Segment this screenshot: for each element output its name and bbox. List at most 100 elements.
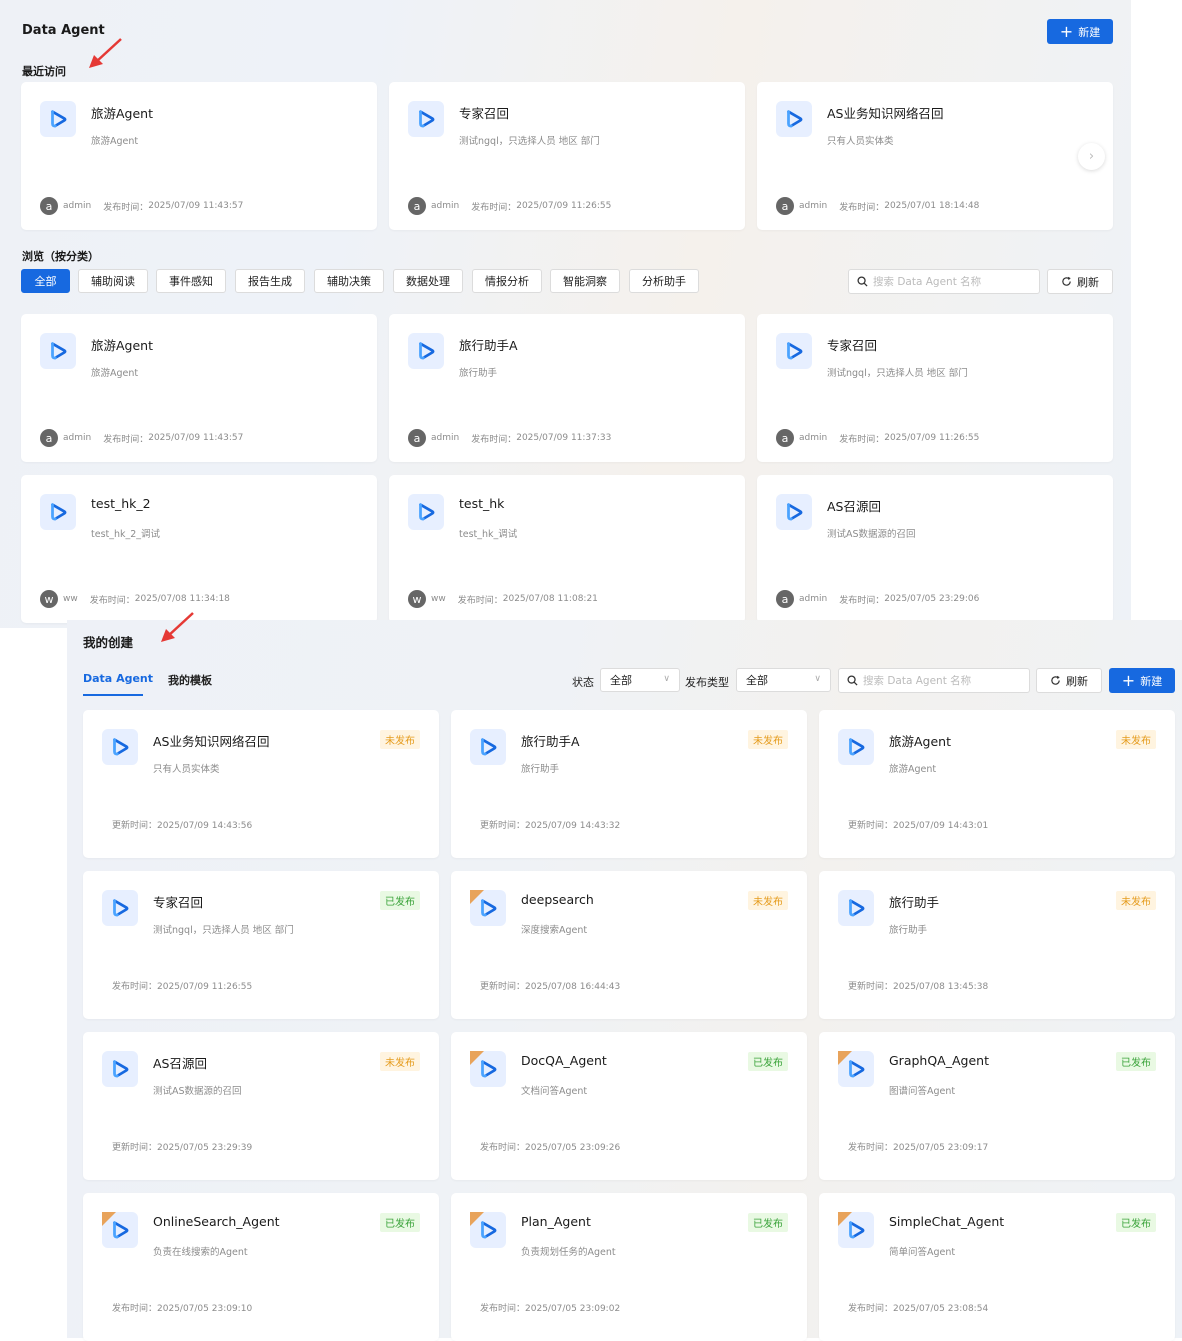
my-agent-card[interactable]: 旅游Agent 旅游Agent 未发布 更新时间：2025/07/09 14:43:0… bbox=[819, 710, 1175, 858]
avatar: a bbox=[776, 429, 794, 447]
category-chip[interactable]: 情报分析 bbox=[472, 269, 542, 293]
tab-data-agent[interactable]: Data Agent bbox=[83, 672, 153, 685]
browse-refresh-button[interactable]: 刷新 bbox=[1047, 269, 1113, 294]
author-name: admin bbox=[431, 433, 460, 443]
template-corner-tag bbox=[470, 890, 484, 904]
agent-card[interactable]: 专家召回 测试ngql，只选择人员 地区 部门 a admin 发布时间： 2025/07… bbox=[757, 314, 1113, 462]
status-badge: 已发布 bbox=[380, 1213, 420, 1232]
category-chip[interactable]: 智能洞察 bbox=[550, 269, 620, 293]
browse-section-title: 浏览（按分类） bbox=[22, 250, 99, 263]
agent-time-meta: 发布时间：2025/07/05 23:09:02 bbox=[480, 1301, 620, 1314]
status-badge: 未发布 bbox=[748, 730, 788, 749]
template-corner-tag bbox=[470, 1212, 484, 1226]
status-filter-select[interactable]: 全部 ∨ bbox=[600, 668, 680, 692]
category-chip[interactable]: 辅助决策 bbox=[314, 269, 384, 293]
new-agent-button[interactable]: + 新建 bbox=[1047, 19, 1113, 44]
agent-card[interactable]: 旅游Agent 旅游Agent a admin 发布时间： 2025/07/09 11:4… bbox=[21, 82, 377, 230]
update-time: 2025/07/08 16:44:43 bbox=[525, 982, 621, 992]
agent-meta: a admin 发布时间： 2025/07/09 11:37:33 bbox=[408, 429, 611, 447]
time-label: 发布时间： bbox=[112, 1304, 158, 1314]
time-label: 更新时间： bbox=[480, 982, 526, 992]
agent-description: test_hk_调试 bbox=[459, 529, 518, 540]
agent-description: 旅游Agent bbox=[889, 764, 937, 775]
agent-card[interactable]: AS召源回 测试AS数据源的召回 a admin 发布时间： 2025/07/05 23:… bbox=[757, 475, 1113, 623]
agent-time-meta: 更新时间：2025/07/05 23:29:39 bbox=[112, 1140, 252, 1153]
agent-card[interactable]: test_hk test_hk_调试 w ww 发布时间： 2025/07/08 11:0… bbox=[389, 475, 745, 623]
plus-icon: + bbox=[1121, 670, 1136, 690]
agent-name: 旅行助手 bbox=[889, 895, 940, 910]
mine-search-input[interactable]: 搜索 Data Agent 名称 bbox=[838, 668, 1030, 693]
category-chip[interactable]: 数据处理 bbox=[393, 269, 463, 293]
agent-name: GraphQA_Agent bbox=[889, 1053, 989, 1068]
agent-name: test_hk bbox=[459, 496, 505, 511]
tab-my-templates[interactable]: 我的模板 bbox=[168, 672, 212, 688]
browse-search-input[interactable]: 搜索 Data Agent 名称 bbox=[848, 269, 1040, 294]
category-chip[interactable]: 分析助手 bbox=[629, 269, 699, 293]
agent-description: 只有人员实体类 bbox=[827, 136, 894, 147]
category-chip[interactable]: 辅助阅读 bbox=[78, 269, 148, 293]
agent-logo bbox=[102, 890, 138, 926]
update-time: 2025/07/09 14:43:01 bbox=[893, 821, 989, 831]
refresh-label: 刷新 bbox=[1077, 275, 1099, 289]
agent-logo bbox=[776, 101, 812, 137]
agent-meta: a admin 发布时间： 2025/07/01 18:14:48 bbox=[776, 197, 979, 215]
my-agent-card[interactable]: 专家召回 测试ngql，只选择人员 地区 部门 已发布 发布时间：2025/07/09… bbox=[83, 871, 439, 1019]
category-chip[interactable]: 报告生成 bbox=[235, 269, 305, 293]
mine-new-button[interactable]: + 新建 bbox=[1109, 668, 1175, 693]
type-filter-select[interactable]: 全部 ∨ bbox=[736, 668, 831, 692]
my-agent-card[interactable]: 旅行助手A 旅行助手 未发布 更新时间：2025/07/09 14:43:32 bbox=[451, 710, 807, 858]
my-agent-card[interactable]: deepsearch 深度搜索Agent 未发布 更新时间：2025/07/08 16… bbox=[451, 871, 807, 1019]
update-time: 2025/07/05 23:09:02 bbox=[525, 1304, 621, 1314]
agent-name: DocQA_Agent bbox=[521, 1053, 607, 1068]
agent-logo-icon bbox=[51, 342, 67, 360]
update-time: 2025/07/09 11:26:55 bbox=[157, 982, 253, 992]
my-agent-card[interactable]: SimpleChat_Agent 简单问答Agent 已发布 发布时间：2025/07… bbox=[819, 1193, 1175, 1341]
publish-time: 2025/07/01 18:14:48 bbox=[884, 201, 980, 211]
status-badge: 已发布 bbox=[748, 1213, 788, 1232]
status-badge: 未发布 bbox=[380, 730, 420, 749]
mine-refresh-button[interactable]: 刷新 bbox=[1036, 668, 1102, 693]
agent-name: 旅游Agent bbox=[889, 734, 951, 749]
my-agent-card[interactable]: OnlineSearch_Agent 负责在线搜索的Agent 已发布 发布时间：20… bbox=[83, 1193, 439, 1341]
publish-time: 2025/07/08 11:08:21 bbox=[502, 594, 598, 604]
time-label: 发布时间： bbox=[103, 434, 149, 445]
agent-logo bbox=[408, 333, 444, 369]
agent-logo bbox=[838, 890, 874, 926]
agent-time-meta: 发布时间：2025/07/05 23:09:26 bbox=[480, 1140, 620, 1153]
my-agent-card[interactable]: AS召源回 测试AS数据源的召回 未发布 更新时间：2025/07/05 23:29:… bbox=[83, 1032, 439, 1180]
time-label: 发布时间： bbox=[839, 202, 885, 213]
agent-logo-icon bbox=[849, 738, 865, 756]
publish-time: 2025/07/09 11:43:57 bbox=[148, 433, 244, 443]
author-name: admin bbox=[63, 433, 92, 443]
category-chip[interactable]: 全部 bbox=[21, 269, 70, 293]
template-corner-tag bbox=[102, 1212, 116, 1226]
update-time: 2025/07/05 23:08:54 bbox=[893, 1304, 989, 1314]
agent-time-meta: 更新时间：2025/07/08 13:45:38 bbox=[848, 979, 988, 992]
avatar: a bbox=[40, 429, 58, 447]
agent-logo bbox=[776, 333, 812, 369]
category-chip[interactable]: 事件感知 bbox=[156, 269, 226, 293]
agent-logo-icon bbox=[51, 110, 67, 128]
agent-card[interactable]: 旅游Agent 旅游Agent a admin 发布时间： 2025/07/09 11:4… bbox=[21, 314, 377, 462]
my-agent-card[interactable]: 旅行助手 旅行助手 未发布 更新时间：2025/07/08 13:45:38 bbox=[819, 871, 1175, 1019]
status-filter-label: 状态 bbox=[572, 676, 594, 689]
agent-meta: w ww 发布时间： 2025/07/08 11:08:21 bbox=[408, 590, 598, 608]
agent-logo bbox=[40, 494, 76, 530]
agent-card[interactable]: 旅行助手A 旅行助手 a admin 发布时间： 2025/07/09 11:37:33 bbox=[389, 314, 745, 462]
my-agent-card[interactable]: AS业务知识网络召回 只有人员实体类 未发布 更新时间：2025/07/09 14:4… bbox=[83, 710, 439, 858]
agent-card[interactable]: 专家召回 测试ngql，只选择人员 地区 部门 a admin 发布时间： 2025/07… bbox=[389, 82, 745, 230]
avatar: a bbox=[776, 197, 794, 215]
my-agent-card[interactable]: GraphQA_Agent 图谱问答Agent 已发布 发布时间：2025/07/05… bbox=[819, 1032, 1175, 1180]
author-name: ww bbox=[431, 594, 446, 604]
my-agent-card[interactable]: DocQA_Agent 文档问答Agent 已发布 发布时间：2025/07/05 2… bbox=[451, 1032, 807, 1180]
agent-card[interactable]: test_hk_2 test_hk_2_调试 w ww 发布时间： 2025/07/08 … bbox=[21, 475, 377, 623]
agent-name: AS业务知识网络召回 bbox=[153, 734, 270, 749]
carousel-next-button[interactable]: › bbox=[1078, 143, 1105, 170]
agent-card[interactable]: AS业务知识网络召回 只有人员实体类 a admin 发布时间： 2025/07/01 1… bbox=[757, 82, 1113, 230]
agent-logo bbox=[470, 729, 506, 765]
my-agent-card[interactable]: Plan_Agent 负责规划任务的Agent 已发布 发布时间：2025/07/05… bbox=[451, 1193, 807, 1341]
agent-description: 深度搜索Agent bbox=[521, 925, 588, 936]
search-icon bbox=[847, 675, 858, 686]
time-label: 发布时间： bbox=[89, 595, 135, 606]
status-badge: 未发布 bbox=[380, 1052, 420, 1071]
